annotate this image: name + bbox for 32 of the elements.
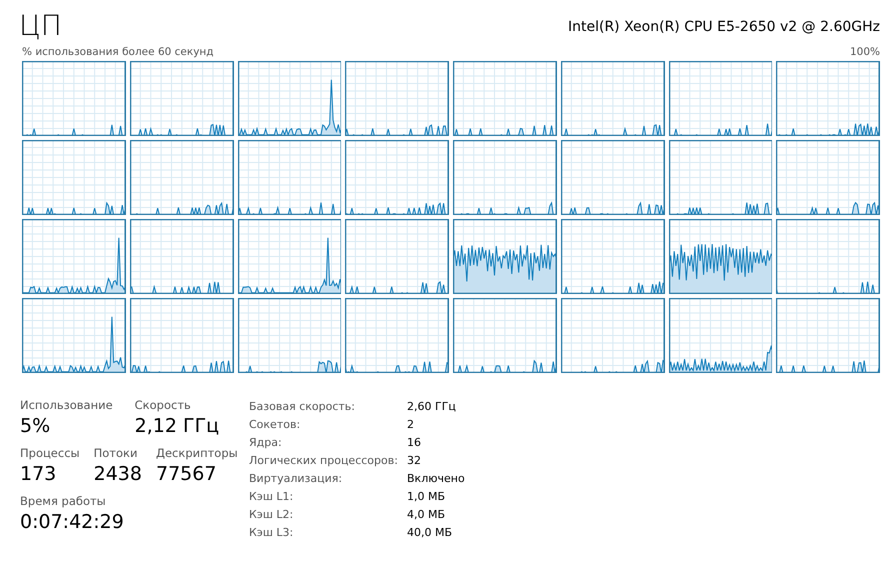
stat-label: Процессы <box>20 445 80 461</box>
page-title: ЦП <box>19 8 62 44</box>
stat-label: Потоки <box>94 445 138 461</box>
stat-label: Время работы <box>20 493 107 509</box>
cpu-model: Intel(R) Xeon(R) CPU E5-2650 v2 @ 2.60GHz <box>568 18 880 37</box>
stat-label: Скорость <box>134 397 192 413</box>
detail-label: Ядра: <box>249 436 283 448</box>
detail-value: Включено <box>407 472 465 484</box>
detail-value: 4,0 МБ <box>407 508 446 520</box>
stat-value: 2438 <box>94 462 142 487</box>
detail-label: Виртуализация: <box>249 472 344 484</box>
detail-label: Кэш L3: <box>249 526 294 538</box>
detail-value: 2 <box>407 418 415 430</box>
detail-value: 32 <box>407 454 422 466</box>
graph-caption: % использования более 60 секунд <box>22 46 214 59</box>
stat-value: 77567 <box>156 462 218 487</box>
detail-label: Логических процессоров: <box>249 454 399 466</box>
detail-label: Кэш L1: <box>249 490 294 502</box>
stat-value: 173 <box>20 462 58 487</box>
detail-value: 16 <box>407 436 422 448</box>
detail-value: 40,0 МБ <box>407 526 454 538</box>
graph-max-label: 100% <box>850 46 880 59</box>
stat-value: 5% <box>20 414 52 439</box>
detail-label: Базовая скорость: <box>249 400 356 412</box>
stat-value: 0:07:42:29 <box>20 510 124 535</box>
detail-label: Сокетов: <box>249 418 302 430</box>
stat-label: Использование <box>20 397 113 413</box>
stat-value: 2,12 ГГц <box>134 414 220 439</box>
stat-label: Дескрипторы <box>156 445 238 461</box>
detail-value: 1,0 МБ <box>407 490 446 502</box>
detail-label: Кэш L2: <box>249 508 294 520</box>
detail-value: 2,60 ГГц <box>407 400 457 412</box>
